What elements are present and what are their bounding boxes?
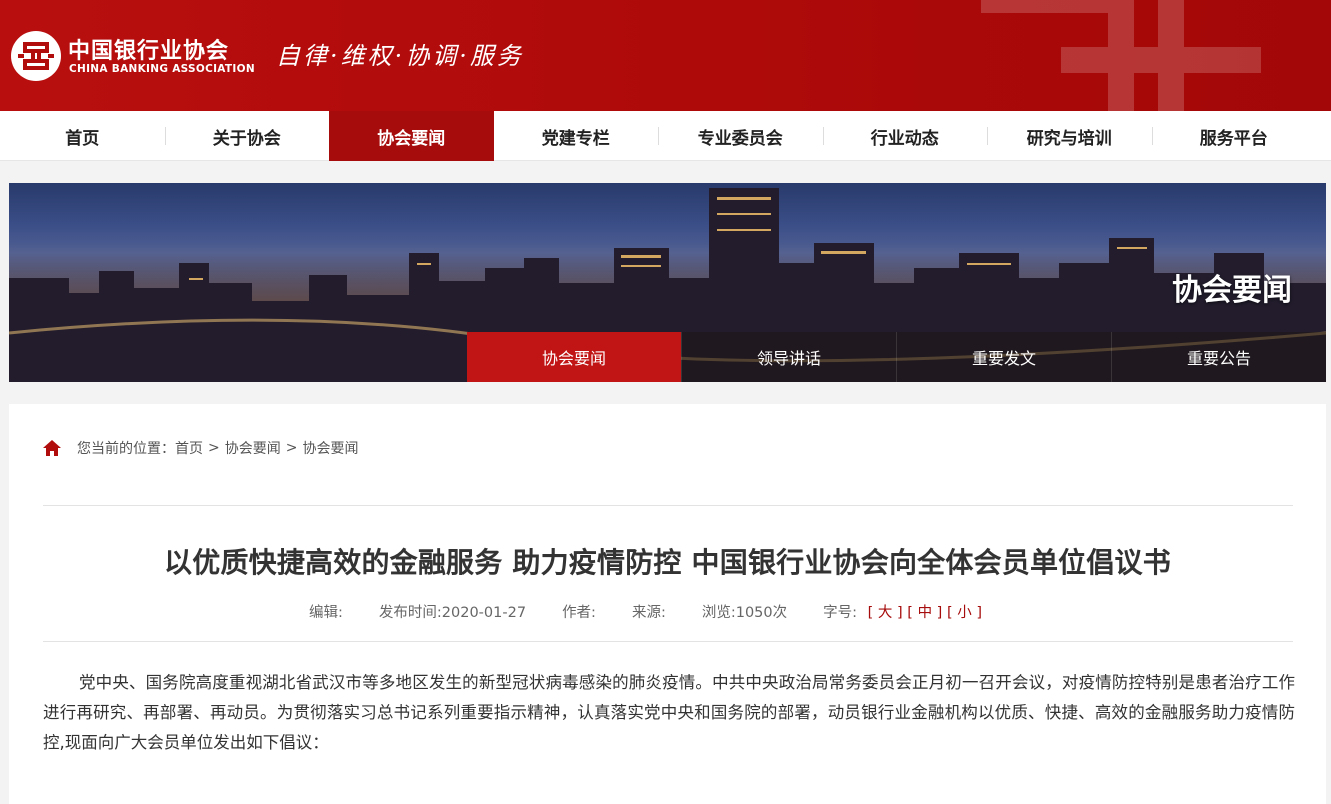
nav-item-committees[interactable]: 专业委员会 <box>658 111 823 161</box>
subnav-item-important-notices[interactable]: 重要公告 <box>1111 332 1326 382</box>
meta-views-value: 1050次 <box>735 605 788 621</box>
article-meta: 编辑: 发布时间:2020-01-27 作者: 来源: 浏览:1050次 字号:… <box>309 601 982 622</box>
breadcrumb-separator: > <box>285 440 298 456</box>
nav-item-service-platform[interactable]: 服务平台 <box>1151 111 1317 161</box>
meta-publish-label: 发布时间: <box>378 605 442 621</box>
meta-views: 浏览:1050次 <box>702 601 787 622</box>
association-logo-icon[interactable] <box>9 29 63 83</box>
slogan: 自律·维权·协调·服务 <box>276 42 524 70</box>
meta-publish-date: 2020-01-27 <box>441 605 527 621</box>
section-subnav: 协会要闻 领导讲话 重要发文 重要公告 <box>467 332 1326 382</box>
logo-english-name[interactable]: CHINA BANKING ASSOCIATION <box>69 63 255 75</box>
main-nav: 首页 关于协会 协会要闻 党建专栏 专业委员会 行业动态 研究与培训 服务平台 <box>0 111 1331 161</box>
article-body-paragraph: 党中央、国务院高度重视湖北省武汉市等多地区发生的新型冠状病毒感染的肺炎疫情。中共… <box>43 673 1295 752</box>
subnav-item-association-news[interactable]: 协会要闻 <box>467 332 681 382</box>
section-banner: 协会要闻 协会要闻 领导讲话 重要发文 重要公告 <box>9 183 1326 382</box>
breadcrumb-link-news-current[interactable]: 协会要闻 <box>302 438 358 458</box>
meta-views-label: 浏览: <box>701 605 736 621</box>
font-size-medium-button[interactable]: [ 中 ] <box>907 605 942 621</box>
banner-title: 协会要闻 <box>1172 273 1292 308</box>
subnav-item-leader-speeches[interactable]: 领导讲话 <box>681 332 896 382</box>
font-size-small-button[interactable]: [ 小 ] <box>947 605 982 621</box>
nav-item-home[interactable]: 首页 <box>0 111 165 161</box>
nav-item-industry-news[interactable]: 行业动态 <box>822 111 988 161</box>
divider <box>43 641 1293 642</box>
font-size-label: 字号: <box>823 605 858 621</box>
site-header: 中国银行业协会 CHINA BANKING ASSOCIATION 自律·维权·… <box>0 0 1331 111</box>
logo-chinese-name[interactable]: 中国银行业协会 <box>68 33 229 65</box>
font-size-control: 字号: [ 大 ] [ 中 ] [ 小 ] <box>823 601 982 622</box>
nav-item-party-building[interactable]: 党建专栏 <box>494 111 659 161</box>
breadcrumb: 您当前的位置： 首页 > 协会要闻 > 协会要闻 <box>42 438 358 458</box>
nav-item-about[interactable]: 关于协会 <box>164 111 330 161</box>
nav-item-news[interactable]: 协会要闻 <box>329 111 494 161</box>
article-container: 您当前的位置： 首页 > 协会要闻 > 协会要闻 以优质快捷高效的金融服务 助力… <box>9 404 1326 804</box>
breadcrumb-link-news[interactable]: 协会要闻 <box>225 438 281 458</box>
meta-author: 作者: <box>562 605 596 621</box>
home-icon <box>43 440 61 456</box>
nav-item-research-training[interactable]: 研究与培训 <box>987 111 1152 161</box>
decorative-pattern <box>981 0 1261 111</box>
breadcrumb-prefix: 您当前的位置： <box>77 441 175 457</box>
meta-publish: 发布时间:2020-01-27 <box>379 601 526 622</box>
meta-editor: 编辑: <box>309 605 343 621</box>
font-size-large-button[interactable]: [ 大 ] <box>868 605 903 621</box>
subnav-item-important-documents[interactable]: 重要发文 <box>896 332 1111 382</box>
divider <box>43 505 1293 506</box>
breadcrumb-link-home[interactable]: 首页 <box>175 438 203 458</box>
meta-source: 来源: <box>631 605 666 621</box>
breadcrumb-separator: > <box>208 440 220 456</box>
article-title: 以优质快捷高效的金融服务 助力疫情防控 中国银行业协会向全体会员单位倡议书 <box>164 546 1171 579</box>
